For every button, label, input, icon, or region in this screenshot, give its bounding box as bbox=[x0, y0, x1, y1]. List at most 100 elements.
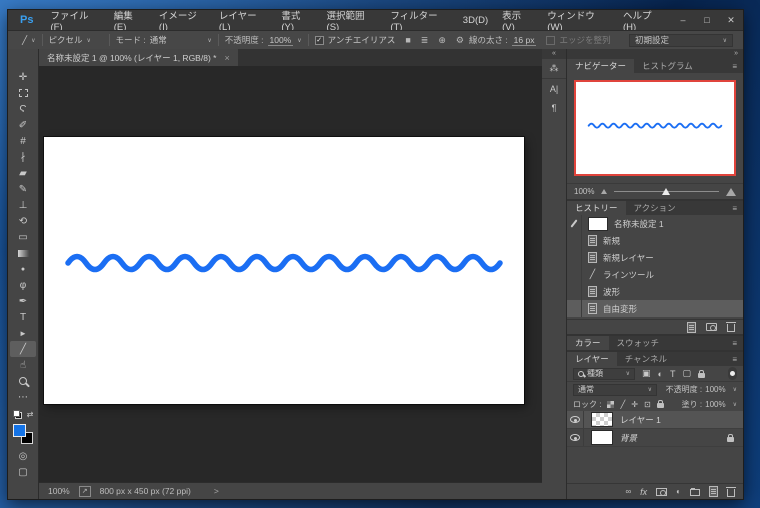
layer-blend-mode-dropdown[interactable]: 通常 ∨ bbox=[573, 384, 657, 396]
filter-type-layers-icon[interactable]: T bbox=[670, 369, 676, 379]
zoom-out-icon[interactable] bbox=[601, 189, 607, 194]
swap-colors-icon[interactable]: ⇄ bbox=[27, 410, 34, 419]
panel-menu-icon[interactable]: ≡ bbox=[732, 59, 743, 73]
delete-layer-icon[interactable] bbox=[727, 489, 735, 497]
camera-snapshot-icon[interactable] bbox=[706, 323, 717, 331]
layer-opacity-control[interactable]: 不透明度 : 100% ∨ bbox=[666, 384, 737, 395]
status-chevron-icon[interactable]: > bbox=[214, 486, 219, 496]
document-tab[interactable]: 名称未設定 1 @ 100% (レイヤー 1, RGB/8) * × bbox=[39, 49, 238, 66]
layer-fill-control[interactable]: 塗り : 100% ∨ bbox=[682, 399, 737, 410]
pasteboard[interactable] bbox=[39, 66, 542, 482]
layer-row-layer1[interactable]: レイヤー 1 bbox=[567, 411, 743, 429]
character-panel-icon[interactable]: A| bbox=[542, 79, 566, 98]
marquee-tool[interactable] bbox=[10, 85, 36, 101]
navigator-zoom-field[interactable]: 100% bbox=[574, 187, 594, 196]
filter-shape-layers-icon[interactable]: ▢ bbox=[682, 368, 691, 379]
lock-artboard-icon[interactable]: ⊡ bbox=[644, 400, 651, 409]
trash-icon[interactable] bbox=[727, 324, 735, 332]
shape-op-icon-2[interactable]: ≣ bbox=[421, 35, 429, 46]
share-icon[interactable]: ↗ bbox=[79, 486, 91, 497]
navigator-proxy-view[interactable] bbox=[574, 80, 736, 176]
brush-tool[interactable]: ✎ bbox=[10, 181, 36, 197]
hand-tool[interactable]: ☝ bbox=[10, 357, 36, 373]
tab-swatches[interactable]: スウォッチ bbox=[609, 336, 668, 350]
shape-op-icon-3[interactable]: ⊕ bbox=[438, 35, 446, 46]
foreground-color-swatch[interactable] bbox=[13, 424, 26, 437]
layer-thumbnail[interactable] bbox=[591, 412, 613, 427]
filter-adjustment-layers-icon[interactable]: ◐ bbox=[658, 369, 663, 379]
workspace-preset-dropdown[interactable]: 初期設定 ∨ bbox=[629, 34, 733, 47]
canvas[interactable] bbox=[44, 137, 524, 404]
antialias-checkbox[interactable]: ✓ bbox=[315, 36, 324, 45]
tab-color[interactable]: カラー bbox=[567, 336, 609, 350]
zoom-tool[interactable] bbox=[10, 373, 36, 389]
visibility-cell[interactable] bbox=[567, 429, 584, 446]
layer-name[interactable]: レイヤー 1 bbox=[620, 414, 661, 426]
lock-all-icon[interactable] bbox=[657, 403, 664, 408]
menu-window[interactable]: ウィンドウ(W) bbox=[540, 8, 616, 33]
visibility-cell[interactable] bbox=[567, 411, 584, 428]
draw-mode-dropdown[interactable]: ピクセル ∨ bbox=[49, 34, 103, 46]
panel-menu-icon[interactable]: ≡ bbox=[732, 201, 743, 215]
pen-tool[interactable]: ✒ bbox=[10, 293, 36, 309]
blur-tool[interactable]: ● bbox=[10, 261, 36, 277]
history-brush-tool[interactable]: ⟲ bbox=[10, 213, 36, 229]
menu-edit[interactable]: 編集(E) bbox=[107, 8, 152, 33]
eraser-tool[interactable]: ▭ bbox=[10, 229, 36, 245]
quick-mask-button[interactable]: ◎ bbox=[10, 448, 36, 464]
new-layer-icon[interactable] bbox=[709, 486, 718, 497]
menu-layer[interactable]: レイヤー(L) bbox=[212, 8, 275, 33]
history-step-new-layer[interactable]: 新規レイヤー bbox=[567, 249, 743, 266]
edit-toolbar-button[interactable]: ⋯ bbox=[10, 389, 36, 405]
menu-file[interactable]: ファイル(F) bbox=[43, 8, 106, 33]
panel-menu-icon[interactable]: ≡ bbox=[732, 336, 743, 350]
zoom-slider-thumb[interactable] bbox=[662, 188, 670, 195]
history-step-line-tool[interactable]: ╱ ラインツール bbox=[567, 266, 743, 283]
add-layer-mask-icon[interactable] bbox=[656, 488, 667, 496]
screen-mode-button[interactable]: ▢ bbox=[10, 464, 36, 480]
tab-layers[interactable]: レイヤー bbox=[567, 352, 617, 366]
history-brush-source-cell[interactable] bbox=[567, 232, 582, 249]
adjustment-layer-icon[interactable]: ◐ bbox=[676, 487, 681, 496]
minimize-button[interactable]: – bbox=[671, 10, 695, 30]
shape-op-icon-1[interactable]: ■ bbox=[405, 35, 410, 45]
close-button[interactable]: ✕ bbox=[719, 10, 743, 30]
tab-histogram[interactable]: ヒストグラム bbox=[634, 59, 701, 73]
move-tool[interactable]: ✛ bbox=[10, 69, 36, 85]
filter-smart-objects-icon[interactable] bbox=[698, 373, 705, 378]
lock-position-icon[interactable]: ✛ bbox=[631, 400, 638, 409]
align-edges-checkbox[interactable] bbox=[546, 36, 555, 45]
tab-channels[interactable]: チャンネル bbox=[617, 352, 675, 366]
menu-type[interactable]: 書式(Y) bbox=[274, 8, 319, 33]
menu-view[interactable]: 表示(V) bbox=[495, 8, 540, 33]
layer-filter-toggle[interactable] bbox=[728, 367, 737, 380]
layer-filter-kind-dropdown[interactable]: 種類 ∨ bbox=[573, 368, 635, 380]
history-step-free-transform[interactable]: 自由変形 bbox=[567, 300, 743, 317]
tab-close-icon[interactable]: × bbox=[224, 53, 229, 63]
menu-filter[interactable]: フィルター(T) bbox=[383, 8, 455, 33]
healing-brush-tool[interactable]: ▰ bbox=[10, 165, 36, 181]
lasso-tool[interactable]: Ϛ bbox=[10, 101, 36, 117]
tab-history[interactable]: ヒストリー bbox=[567, 201, 626, 215]
zoom-in-icon[interactable] bbox=[726, 188, 736, 196]
default-colors-icon[interactable] bbox=[13, 410, 22, 419]
history-brush-source-cell[interactable] bbox=[567, 300, 582, 317]
opacity-dropdown[interactable]: 100% ∨ bbox=[268, 35, 302, 46]
expand-panels-chevron[interactable]: « bbox=[542, 49, 566, 59]
history-step-new[interactable]: 新規 bbox=[567, 232, 743, 249]
history-brush-source-cell[interactable] bbox=[567, 215, 582, 232]
history-brush-source-cell[interactable] bbox=[567, 249, 582, 266]
history-step-wave[interactable]: 波形 bbox=[567, 283, 743, 300]
lock-transparent-pixels-icon[interactable] bbox=[607, 401, 614, 408]
layer-style-icon[interactable]: fx bbox=[640, 487, 647, 497]
quick-selection-tool[interactable]: ✐ bbox=[10, 117, 36, 133]
path-selection-tool[interactable]: ► bbox=[10, 325, 36, 341]
crop-tool[interactable]: # bbox=[10, 133, 36, 149]
link-layers-icon[interactable]: ∞ bbox=[625, 487, 631, 496]
stroke-width-field[interactable]: 16 px bbox=[512, 35, 537, 46]
history-brush-source-cell[interactable] bbox=[567, 283, 582, 300]
clone-stamp-tool[interactable]: ⊥ bbox=[10, 197, 36, 213]
eyedropper-tool[interactable]: ∤ bbox=[10, 149, 36, 165]
layer-row-background[interactable]: 背景 bbox=[567, 429, 743, 447]
libraries-panel-icon[interactable]: ⁂ bbox=[542, 59, 566, 78]
